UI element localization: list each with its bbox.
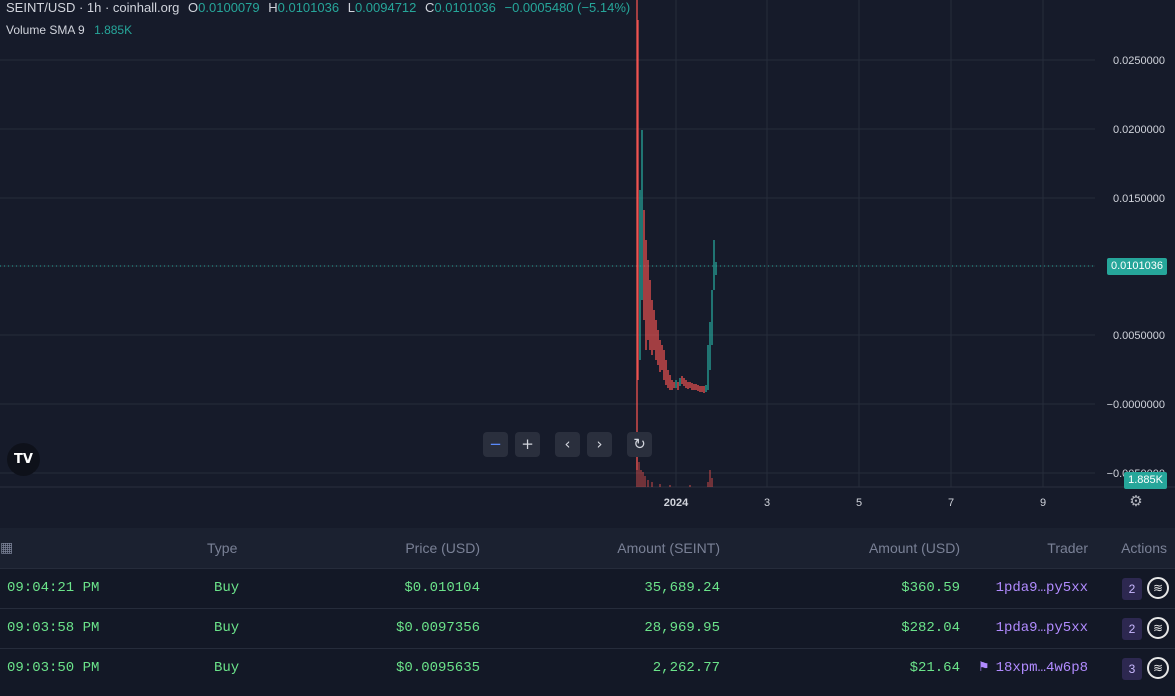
table-header: ▦ Type Price (USD) Amount (SEINT) Amount… [0, 528, 1175, 568]
header-type: Type [207, 540, 238, 556]
flag-icon: ⚑ [978, 660, 990, 675]
header-amount-usd: Amount (USD) [868, 540, 960, 556]
trade-amount-token: 2,262.77 [652, 660, 720, 676]
header-trader: Trader [1047, 540, 1088, 556]
trader-address-link[interactable]: 1pda9…py5xx [996, 580, 1088, 596]
open-key: O [188, 0, 199, 15]
price-tick-label: 0.0150000 [1113, 193, 1165, 205]
settings-gear-icon[interactable]: ⚙ [1128, 494, 1144, 510]
trade-price: $0.0097356 [395, 620, 480, 636]
low-key: L [347, 0, 355, 15]
price-tick-label: 0.0050000 [1113, 330, 1165, 342]
low-value: 0.0094712 [354, 0, 417, 15]
trade-amount-token: 35,689.24 [644, 580, 720, 596]
close-key: C [425, 0, 435, 15]
change-value: −0.0005480 (−5.14%) [504, 0, 631, 15]
time-tick-label: 7 [948, 497, 954, 509]
trade-amount-usd: $360.59 [901, 580, 960, 596]
trade-price: $0.010104 [404, 580, 480, 596]
tradingview-logo[interactable]: TV [7, 443, 40, 476]
trades-table: ▦ Type Price (USD) Amount (SEINT) Amount… [0, 528, 1175, 696]
calendar-icon[interactable]: ▦ [0, 540, 13, 556]
chart-legend: SEINT/USD · 1h · coinhall.org O0.0100079… [6, 0, 630, 15]
time-tick-label: 9 [1040, 497, 1046, 509]
trader-address-link[interactable]: 1pda9…py5xx [996, 620, 1088, 636]
trade-amount-token: 28,969.95 [644, 620, 720, 636]
trade-amount-usd: $282.04 [901, 620, 960, 636]
time-tick-label: 2024 [664, 497, 689, 509]
high-value: 0.0101036 [277, 0, 340, 15]
sei-explorer-icon[interactable]: ≋ [1147, 657, 1169, 679]
header-amount-token: Amount (SEINT) [617, 540, 720, 556]
trade-time: 09:03:50 PM [7, 660, 100, 676]
header-actions: Actions [1121, 540, 1167, 556]
volume-value: 1.885K [94, 23, 133, 37]
header-price: Price (USD) [405, 540, 480, 556]
tx-count-badge[interactable]: 2 [1122, 618, 1142, 640]
reset-chart-button[interactable]: ↻ [627, 432, 652, 457]
volume-tag: 1.885K [1124, 472, 1167, 489]
table-row: 09:03:50 PM Buy $0.0095635 2,262.77 $21.… [0, 648, 1175, 689]
price-tick-label: 0.0250000 [1113, 55, 1165, 67]
current-price-tag: 0.0101036 [1107, 258, 1167, 275]
close-value: 0.0101036 [434, 0, 496, 15]
trade-amount-usd: $21.64 [909, 660, 960, 676]
time-tick-label: 5 [856, 497, 862, 509]
volume-label: Volume SMA 9 [6, 23, 85, 37]
trade-type: Buy [214, 580, 240, 596]
trade-time: 09:03:58 PM [7, 620, 100, 636]
tx-count-badge[interactable]: 3 [1122, 658, 1142, 680]
symbol-title: SEINT/USD · 1h · coinhall.org [6, 0, 180, 15]
open-value: 0.0100079 [198, 0, 260, 15]
sei-explorer-icon[interactable]: ≋ [1147, 617, 1169, 639]
trader-address-link[interactable]: 18xpm…4w6p8 [996, 660, 1088, 676]
high-key: H [268, 0, 278, 15]
trade-time: 09:04:21 PM [7, 580, 100, 596]
trade-price: $0.0095635 [395, 660, 480, 676]
sei-explorer-icon[interactable]: ≋ [1147, 577, 1169, 599]
zoom-in-button[interactable]: + [515, 432, 540, 457]
table-row: 09:04:21 PM Buy $0.010104 35,689.24 $360… [0, 568, 1175, 609]
zoom-out-button[interactable]: − [483, 432, 508, 457]
price-tick-label: −0.0000000 [1107, 399, 1165, 411]
trade-type: Buy [214, 620, 240, 636]
trade-type: Buy [214, 660, 240, 676]
scroll-right-button[interactable]: › [587, 432, 612, 457]
tx-count-badge[interactable]: 2 [1122, 578, 1142, 600]
time-tick-label: 3 [764, 497, 770, 509]
scroll-left-button[interactable]: ‹ [555, 432, 580, 457]
price-chart[interactable]: 0.02500000.02000000.01500000.01000000.00… [0, 0, 1175, 516]
table-row: 09:03:58 PM Buy $0.0097356 28,969.95 $28… [0, 608, 1175, 649]
volume-legend: Volume SMA 9 1.885K [6, 23, 132, 37]
price-tick-label: 0.0200000 [1113, 124, 1165, 136]
